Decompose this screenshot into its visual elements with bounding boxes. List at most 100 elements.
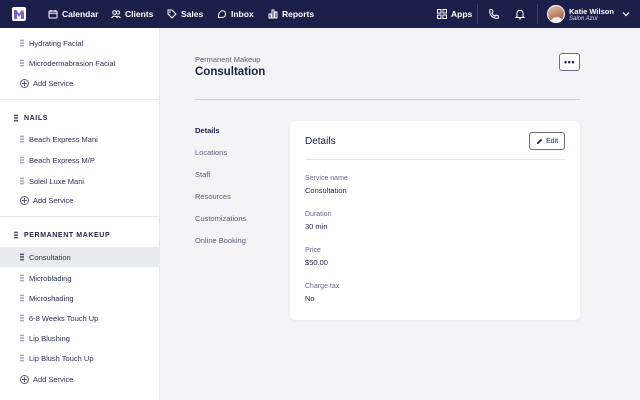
drag-handle-icon[interactable] bbox=[14, 231, 18, 239]
drag-handle-icon[interactable] bbox=[20, 156, 24, 164]
service-item-label: 6-8 Weeks Touch Up bbox=[29, 313, 99, 323]
field-value-charge-tax: No bbox=[305, 294, 315, 303]
tab-details[interactable]: Details bbox=[195, 126, 220, 135]
tab-customizations[interactable]: Customizations bbox=[195, 214, 246, 223]
nav-calendar[interactable]: Calendar bbox=[48, 0, 98, 28]
section-heading-label: PERMANENT MAKEUP bbox=[24, 231, 111, 239]
service-item[interactable]: Microblading bbox=[0, 268, 160, 288]
nav-sales-label: Sales bbox=[181, 9, 204, 19]
clients-icon bbox=[111, 10, 121, 19]
drag-handle-icon[interactable] bbox=[20, 294, 24, 302]
section-heading-label: NAILS bbox=[24, 114, 48, 122]
bell-icon[interactable] bbox=[514, 8, 526, 20]
chevron-down-icon[interactable] bbox=[622, 10, 630, 18]
nav-divider bbox=[537, 4, 538, 24]
card-title: Details bbox=[305, 136, 336, 147]
more-options-button[interactable]: ••• bbox=[559, 53, 580, 71]
field-value-service-name: Consultation bbox=[305, 186, 347, 195]
service-item-label: Lip Blushing bbox=[29, 333, 70, 343]
inbox-icon bbox=[217, 10, 227, 18]
drag-handle-icon[interactable] bbox=[20, 135, 24, 143]
tag-icon bbox=[167, 9, 177, 19]
drag-handle-icon[interactable] bbox=[20, 334, 24, 342]
field-value-price: $50.00 bbox=[305, 258, 328, 267]
service-item-label: Consultation bbox=[29, 252, 71, 262]
service-item[interactable]: Hydrating Facial bbox=[0, 33, 160, 53]
nav-clients-label: Clients bbox=[125, 9, 154, 19]
section-divider bbox=[0, 216, 160, 217]
apps-grid-icon bbox=[437, 9, 447, 19]
nav-apps-label: Apps bbox=[451, 9, 473, 19]
nav-calendar-label: Calendar bbox=[62, 9, 99, 19]
nav-apps[interactable]: Apps bbox=[437, 0, 472, 28]
details-card: Details Edit Service name Consultation D… bbox=[290, 121, 580, 320]
tab-staff[interactable]: Staff bbox=[195, 170, 210, 179]
drag-handle-icon[interactable] bbox=[20, 39, 24, 47]
breadcrumb[interactable]: Permanent Makeup bbox=[195, 55, 260, 64]
service-item-active[interactable]: Consultation bbox=[0, 247, 160, 267]
service-item-label: Microdermabrasion Facial bbox=[29, 58, 116, 68]
service-item[interactable]: Beach Express Mani bbox=[0, 129, 160, 149]
top-navigation-bar: Calendar Clients Sales Inbox Reports App… bbox=[0, 0, 640, 28]
calendar-icon bbox=[48, 10, 58, 19]
user-salon: Salon Azul bbox=[569, 16, 598, 22]
add-service-button[interactable]: Add Service bbox=[20, 76, 73, 90]
service-item-label: Soleil Luxe Mani bbox=[29, 176, 85, 186]
service-item-label: Microshading bbox=[29, 293, 74, 303]
add-service-label: Add Service bbox=[33, 374, 74, 384]
add-service-button[interactable]: Add Service bbox=[20, 193, 73, 207]
nav-reports-label: Reports bbox=[282, 9, 315, 19]
plus-circle-icon bbox=[20, 374, 29, 384]
nav-clients[interactable]: Clients bbox=[111, 0, 153, 28]
drag-handle-icon[interactable] bbox=[20, 177, 24, 185]
section-divider bbox=[0, 99, 160, 100]
tab-locations[interactable]: Locations bbox=[195, 148, 227, 157]
field-label-charge-tax: Charge tax bbox=[305, 283, 340, 290]
service-item[interactable]: 6-8 Weeks Touch Up bbox=[0, 308, 160, 328]
plus-circle-icon bbox=[20, 195, 29, 205]
phone-icon[interactable] bbox=[488, 8, 500, 20]
nav-inbox[interactable]: Inbox bbox=[217, 0, 254, 28]
drag-handle-icon[interactable] bbox=[14, 114, 18, 122]
service-item[interactable]: Beach Express M/P bbox=[0, 150, 160, 170]
service-item-label: Microblading bbox=[29, 273, 72, 283]
service-item[interactable]: Soleil Luxe Mani bbox=[0, 171, 160, 191]
edit-button[interactable]: Edit bbox=[529, 132, 565, 150]
plus-circle-icon bbox=[20, 78, 29, 88]
nav-reports[interactable]: Reports bbox=[268, 0, 314, 28]
brand-logo-icon[interactable] bbox=[12, 7, 26, 21]
tab-resources[interactable]: Resources bbox=[195, 192, 231, 201]
section-heading-permanent-makeup[interactable]: PERMANENT MAKEUP bbox=[0, 228, 110, 242]
edit-button-label: Edit bbox=[545, 137, 559, 145]
add-service-label: Add Service bbox=[33, 195, 74, 205]
drag-handle-icon[interactable] bbox=[20, 59, 24, 67]
nav-divider bbox=[477, 4, 478, 24]
service-item-label: Beach Express Mani bbox=[29, 134, 98, 144]
drag-handle-icon[interactable] bbox=[20, 354, 24, 362]
drag-handle-icon[interactable] bbox=[20, 314, 24, 322]
field-label-duration: Duration bbox=[305, 211, 332, 218]
service-item-label: Beach Express M/P bbox=[29, 155, 95, 165]
add-service-label: Add Service bbox=[33, 78, 74, 88]
section-heading-nails[interactable]: NAILS bbox=[0, 111, 48, 125]
drag-handle-icon[interactable] bbox=[20, 253, 24, 261]
service-item[interactable]: Microdermabrasion Facial bbox=[0, 53, 160, 73]
service-sidebar: Hydrating Facial Microdermabrasion Facia… bbox=[0, 28, 160, 400]
field-label-service-name: Service name bbox=[305, 175, 348, 182]
service-item-label: Hydrating Facial bbox=[29, 38, 84, 48]
avatar[interactable] bbox=[547, 5, 565, 23]
service-item[interactable]: Microshading bbox=[0, 288, 160, 308]
service-item[interactable]: Lip Blushing bbox=[0, 328, 160, 348]
service-item-label: Lip Blush Touch Up bbox=[29, 353, 94, 363]
nav-inbox-label: Inbox bbox=[231, 9, 254, 19]
field-value-duration: 30 min bbox=[305, 222, 328, 231]
page-title: Consultation bbox=[195, 66, 266, 78]
tab-online-booking[interactable]: Online Booking bbox=[195, 236, 246, 245]
drag-handle-icon[interactable] bbox=[20, 274, 24, 282]
pencil-icon bbox=[536, 138, 543, 144]
add-service-button[interactable]: Add Service bbox=[20, 372, 73, 386]
service-item[interactable]: Lip Blush Touch Up bbox=[0, 348, 160, 368]
nav-sales[interactable]: Sales bbox=[167, 0, 203, 28]
user-name: Katie Wilson bbox=[569, 7, 614, 16]
card-divider bbox=[305, 159, 565, 160]
